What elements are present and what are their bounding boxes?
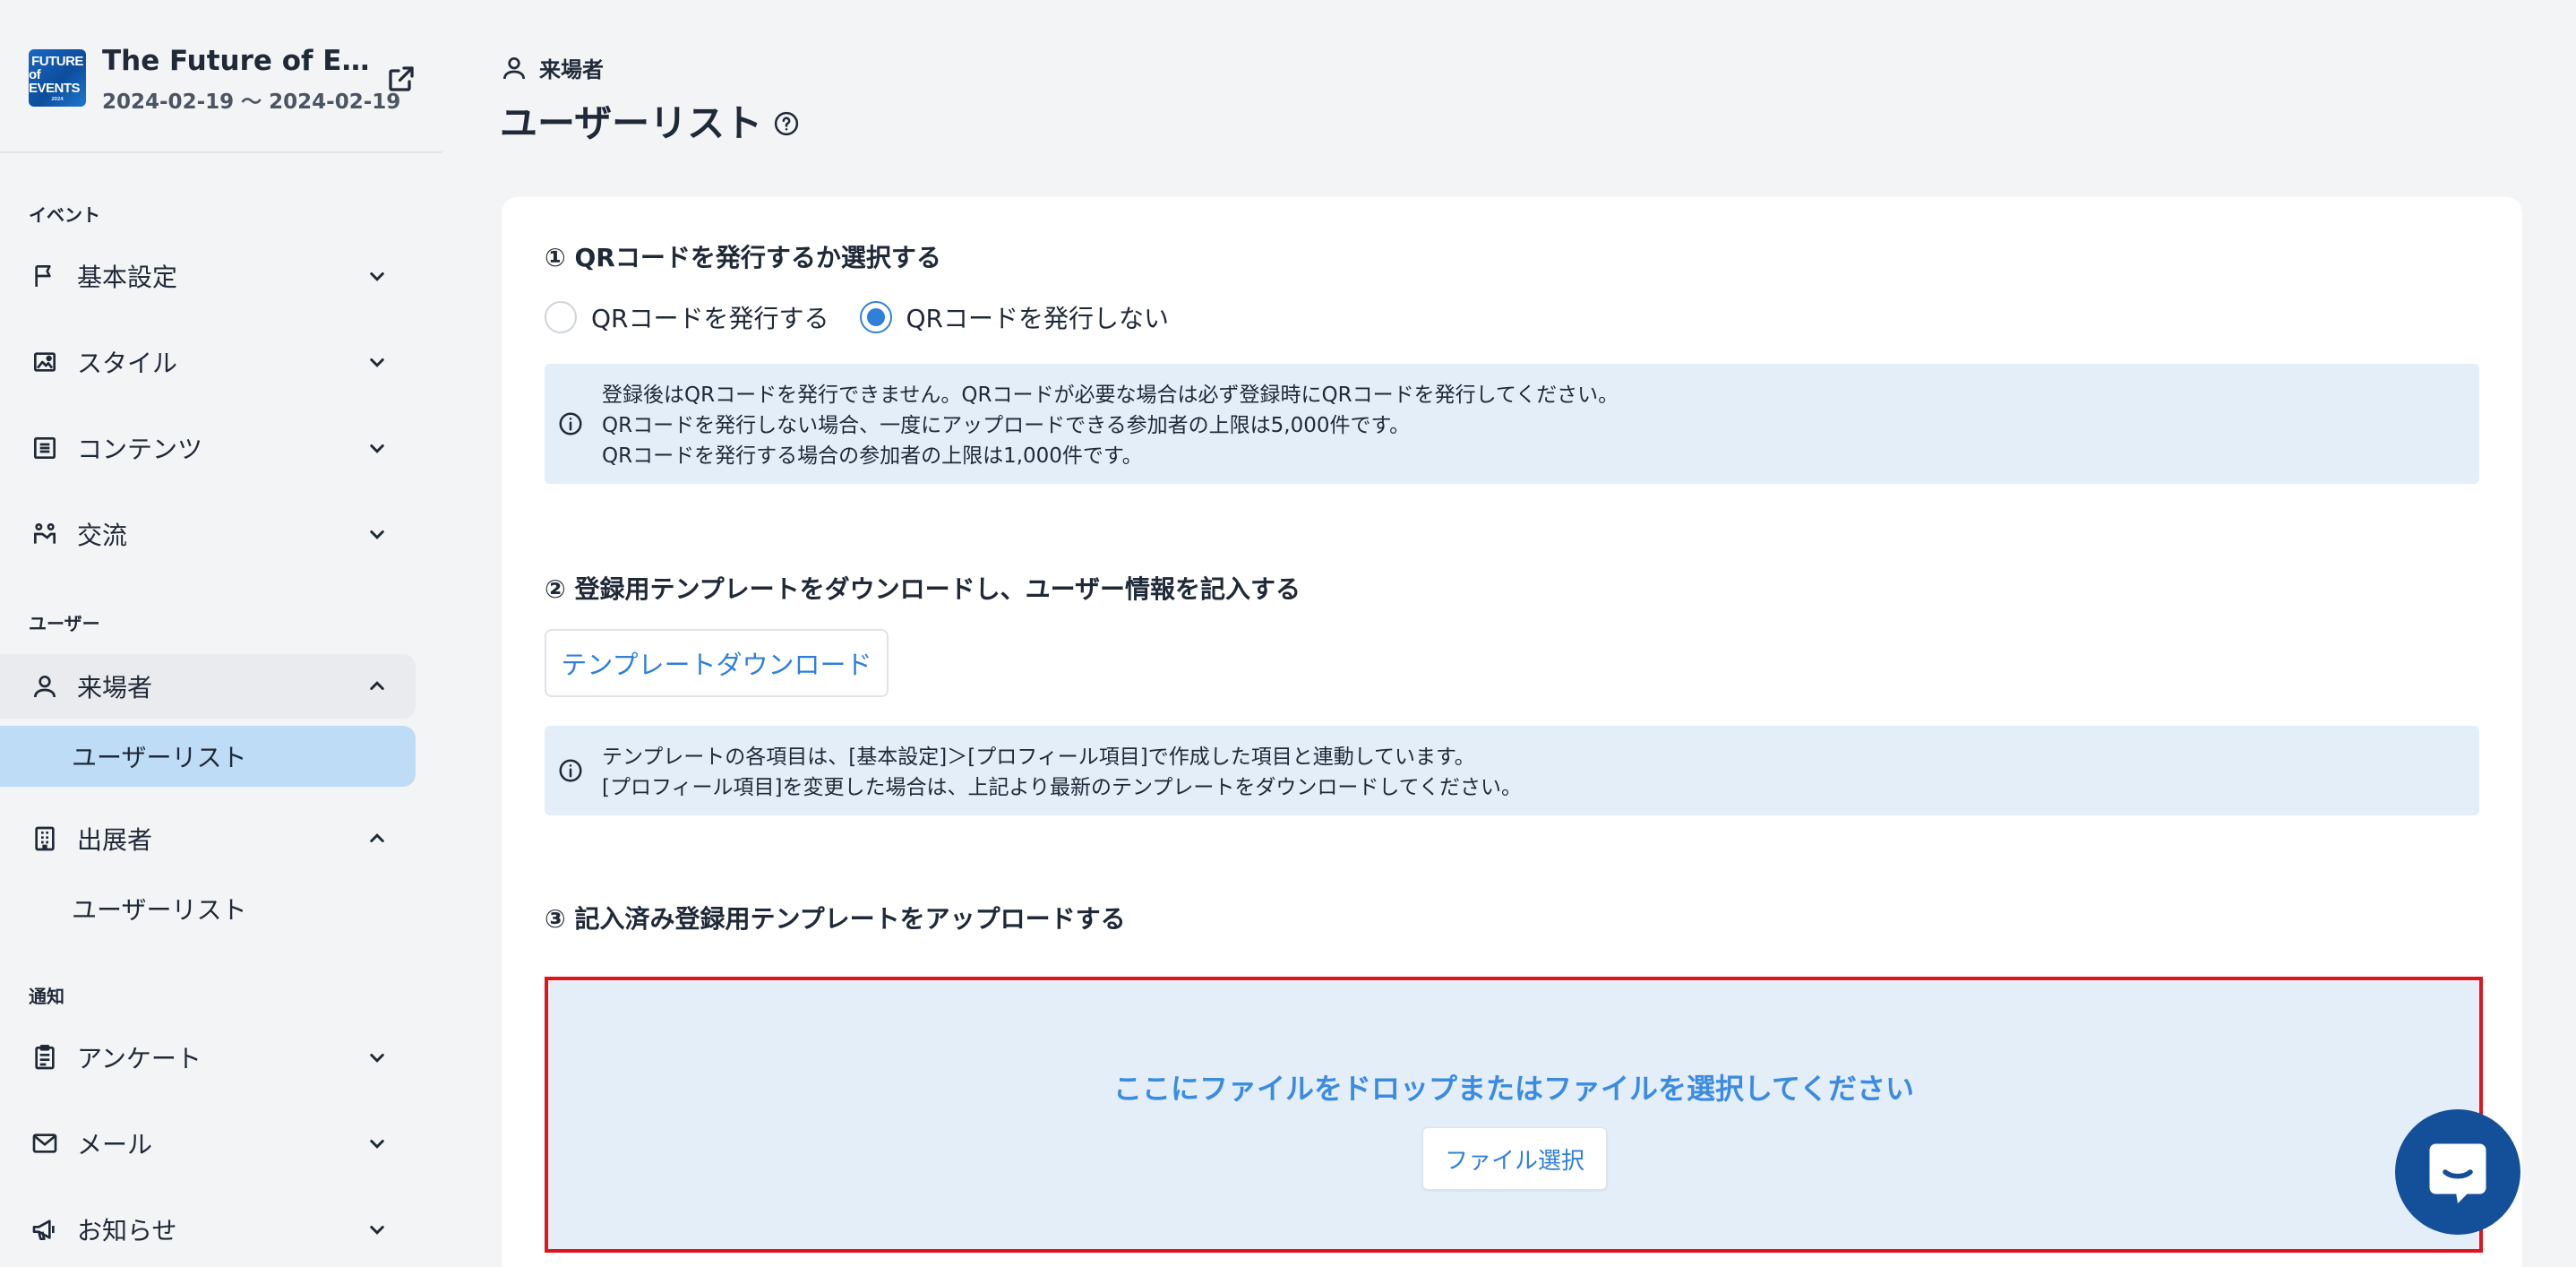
sidebar-item-contents[interactable]: コンテンツ [0,416,416,480]
sidebar-item-label: メール [77,1130,153,1159]
help-icon[interactable] [773,110,800,137]
sidebar-item-label: スタイル [77,349,178,378]
chevron-down-icon [370,272,384,281]
event-logo-line1: FUTURE [31,53,83,69]
sidebar-item-survey[interactable]: アンケート [0,1025,416,1090]
radio-no-issue-qr[interactable]: QRコードを発行しない [859,299,1170,335]
sidebar-item-label: 交流 [77,521,128,550]
chevron-up-icon [370,681,384,690]
building-icon [35,826,55,851]
page-title: ユーザーリスト [500,93,800,148]
chevron-down-icon [370,444,384,453]
sidebar-item-visitors[interactable]: 来場者 [0,654,416,719]
info-line: QRコードを発行する場合の参加者の上限は1,000件です。 [602,444,1143,468]
sidebar-item-label: 来場者 [77,673,153,702]
info-line: [プロフィール項目]を変更した場合は、上記より最新のテンプレートをダウンロードし… [602,776,1522,799]
qr-radio-group: QRコードを発行する QRコードを発行しない [545,299,1199,335]
flag-icon [35,265,51,287]
info-line: QRコードを発行しない場合、一度にアップロードできる参加者の上限は5,000件で… [602,414,1411,437]
dropzone-text: ここにファイルをドロップまたはファイルを選択してください [1112,1072,1915,1106]
step1-info-box: 登録後はQRコードを発行できません。QRコードが必要な場合は必ず登録時にQRコー… [545,364,2479,484]
event-header: FUTURE of EVENTS 2024 The Future of Even… [0,0,442,153]
chevron-down-icon [370,1140,384,1149]
section-label-event: イベント [29,204,100,226]
chevron-down-icon [370,1054,384,1063]
section-label-user: ユーザー [29,613,100,634]
event-dates: 2024-02-19 〜 2024-02-19 [102,90,401,114]
section-label-notify: 通知 [29,986,64,1007]
radio-label: QRコードを発行しない [906,304,1170,333]
sidebar-item-label: 基本設定 [77,263,178,292]
person-icon [503,56,525,79]
chevron-down-icon [370,530,384,539]
step3-title: ③ 記入済み登録用テンプレートをアップロードする [545,904,1126,934]
sidebar-item-label: 出展者 [77,825,153,855]
mail-icon [32,1133,57,1153]
step1-title: ① QRコードを発行するか選択する [545,243,941,272]
chevron-down-icon [370,1226,384,1235]
info-line: テンプレートの各項目は、[基本設定]＞[プロフィール項目]で作成した項目と連動し… [602,746,1475,769]
radio-circle-selected[interactable] [859,301,892,333]
person-icon [34,676,56,698]
sidebar-subitem-exhibitors-user-list[interactable]: ユーザーリスト [0,878,416,939]
sidebar-item-networking[interactable]: 交流 [0,502,416,566]
chat-support-button[interactable] [2395,1109,2520,1235]
breadcrumb: 来場者 [500,52,604,83]
event-logo: FUTURE of EVENTS 2024 [29,49,86,107]
info-line: 登録後はQRコードを発行できません。QRコードが必要な場合は必ず登録時にQRコー… [602,384,1619,407]
sidebar: FUTURE of EVENTS 2024 The Future of Even… [0,0,442,1267]
clipboard-icon [35,1045,55,1070]
sidebar-subitem-label: ユーザーリスト [72,895,247,925]
radio-label: QRコードを発行する [591,304,829,333]
sidebar-item-mail[interactable]: メール [0,1111,416,1176]
event-title: The Future of Events 2024 [102,45,371,77]
sidebar-item-label: コンテンツ [77,435,203,464]
chevron-down-icon [370,358,384,367]
file-select-button[interactable]: ファイル選択 [1422,1127,1607,1190]
event-logo-line3: 2024 [51,96,64,102]
info-icon [559,759,582,782]
event-logo-line2: of EVENTS [29,66,81,96]
radio-circle[interactable] [545,301,577,333]
sidebar-item-label: お知らせ [77,1216,177,1245]
chevron-up-icon [370,833,384,842]
list-icon [34,437,56,459]
sidebar-subitem-label: ユーザーリスト [72,743,247,772]
people-icon [34,523,56,544]
external-link-icon[interactable] [385,63,417,95]
sidebar-subitem-visitors-user-list[interactable]: ユーザーリスト [0,726,416,787]
step2-title: ② 登録用テンプレートをダウンロードし、ユーザー情報を記入する [545,574,1301,604]
radio-issue-qr[interactable]: QRコードを発行する [545,299,829,335]
sidebar-item-label: アンケート [77,1044,202,1073]
image-icon [34,352,56,372]
sidebar-item-exhibitors[interactable]: 出展者 [0,806,416,871]
template-download-button[interactable]: テンプレートダウンロード [545,629,889,697]
chat-icon [2429,1143,2486,1203]
sidebar-item-announcements[interactable]: お知らせ [0,1197,416,1262]
megaphone-icon [32,1220,55,1240]
sidebar-item-basic-settings[interactable]: 基本設定 [0,244,416,308]
sidebar-item-style[interactable]: スタイル [0,330,416,394]
page-title-text: ユーザーリスト [500,101,763,145]
breadcrumb-label: 来場者 [539,57,604,82]
info-icon [559,412,582,435]
step2-info-box: テンプレートの各項目は、[基本設定]＞[プロフィール項目]で作成した項目と連動し… [545,726,2479,815]
file-dropzone[interactable]: ここにファイルをドロップまたはファイルを選択してください ファイル選択 [545,977,2483,1253]
